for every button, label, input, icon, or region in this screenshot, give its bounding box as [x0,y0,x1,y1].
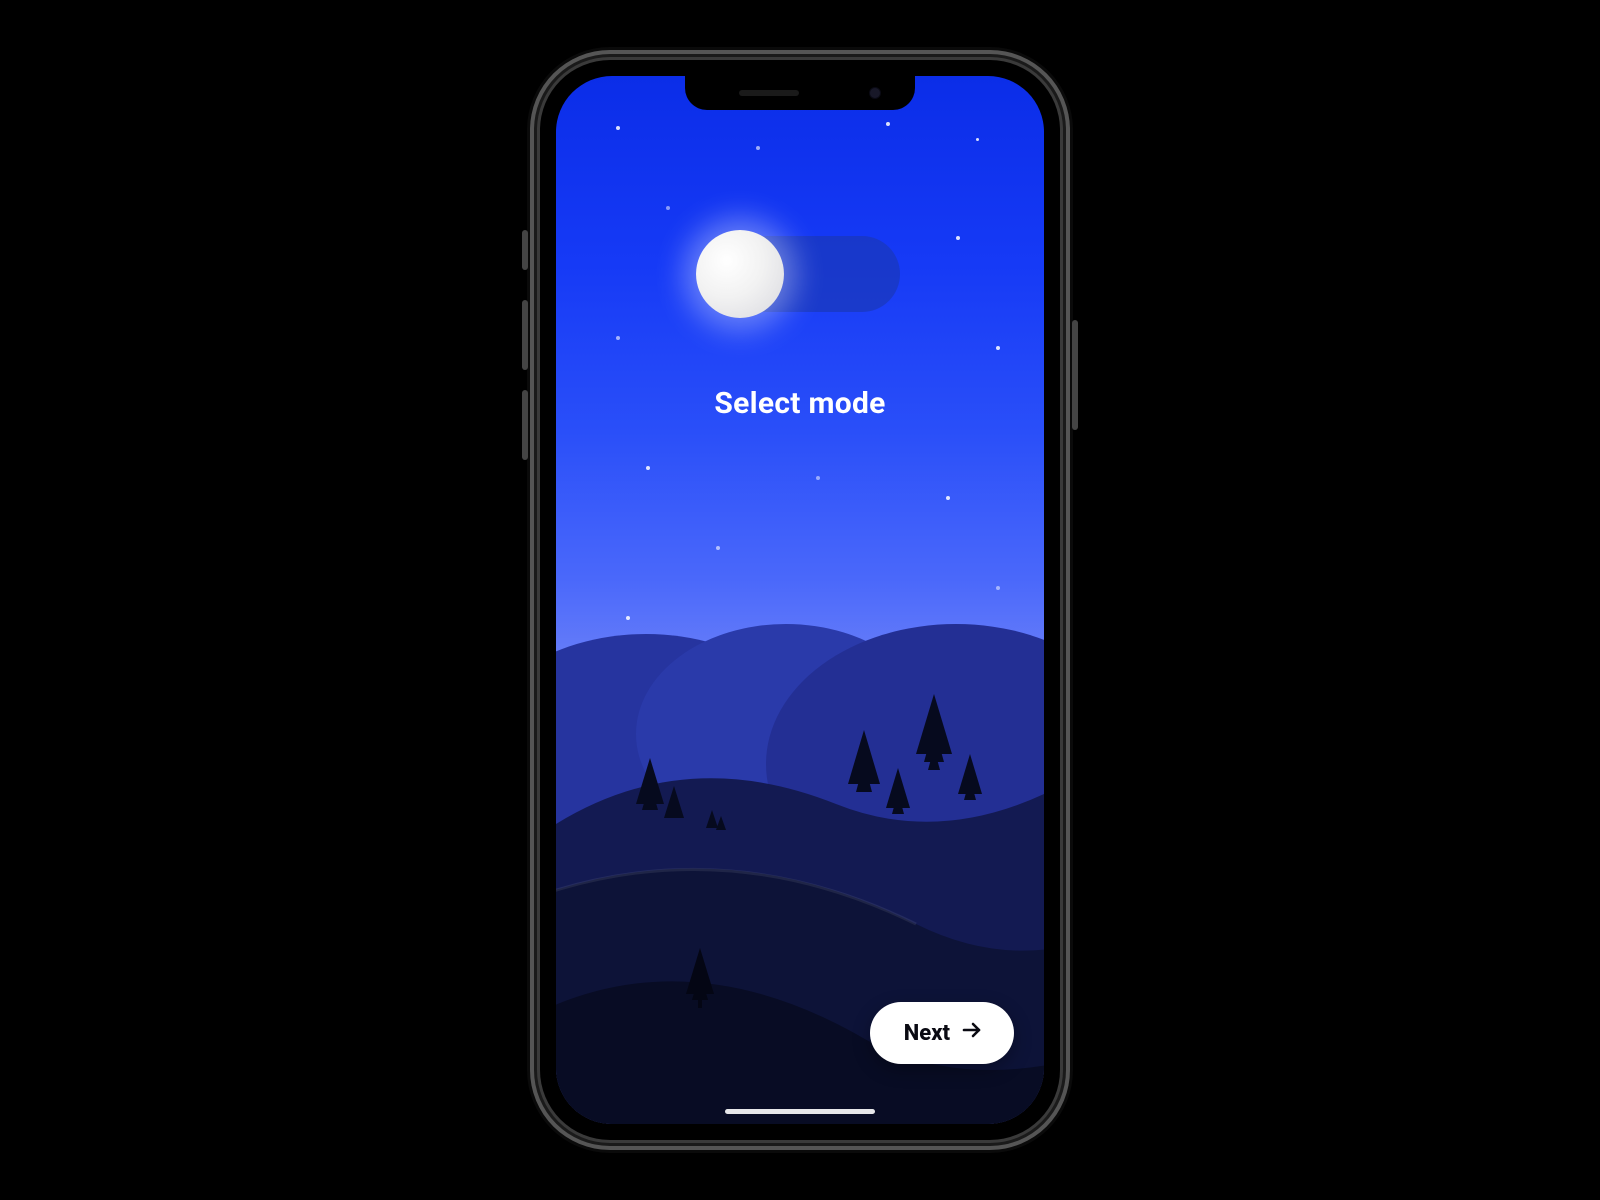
star-icon [956,236,960,240]
star-icon [946,496,950,500]
arrow-right-icon [960,1018,984,1048]
side-button [522,390,528,460]
star-icon [976,138,979,141]
side-button [1072,320,1078,430]
star-icon [756,146,760,150]
home-indicator [725,1109,875,1114]
star-icon [716,546,720,550]
star-icon [666,206,670,210]
phone-frame: Select mode [540,60,1060,1140]
side-button [522,230,528,270]
star-icon [816,476,820,480]
next-button[interactable]: Next [870,1002,1014,1064]
app-canvas: Select mode [556,76,1044,1124]
moon-icon [696,230,784,318]
page-title: Select mode [556,386,1044,421]
mode-toggle[interactable] [700,236,900,312]
screen: Select mode [556,76,1044,1124]
star-icon [616,126,620,130]
star-icon [996,586,1000,590]
notch [685,76,915,110]
next-button-label: Next [904,1021,950,1046]
star-icon [616,336,620,340]
star-icon [996,346,1000,350]
speaker [739,90,799,96]
side-button [522,300,528,370]
front-camera [869,87,881,99]
star-icon [646,466,650,470]
star-icon [886,122,890,126]
